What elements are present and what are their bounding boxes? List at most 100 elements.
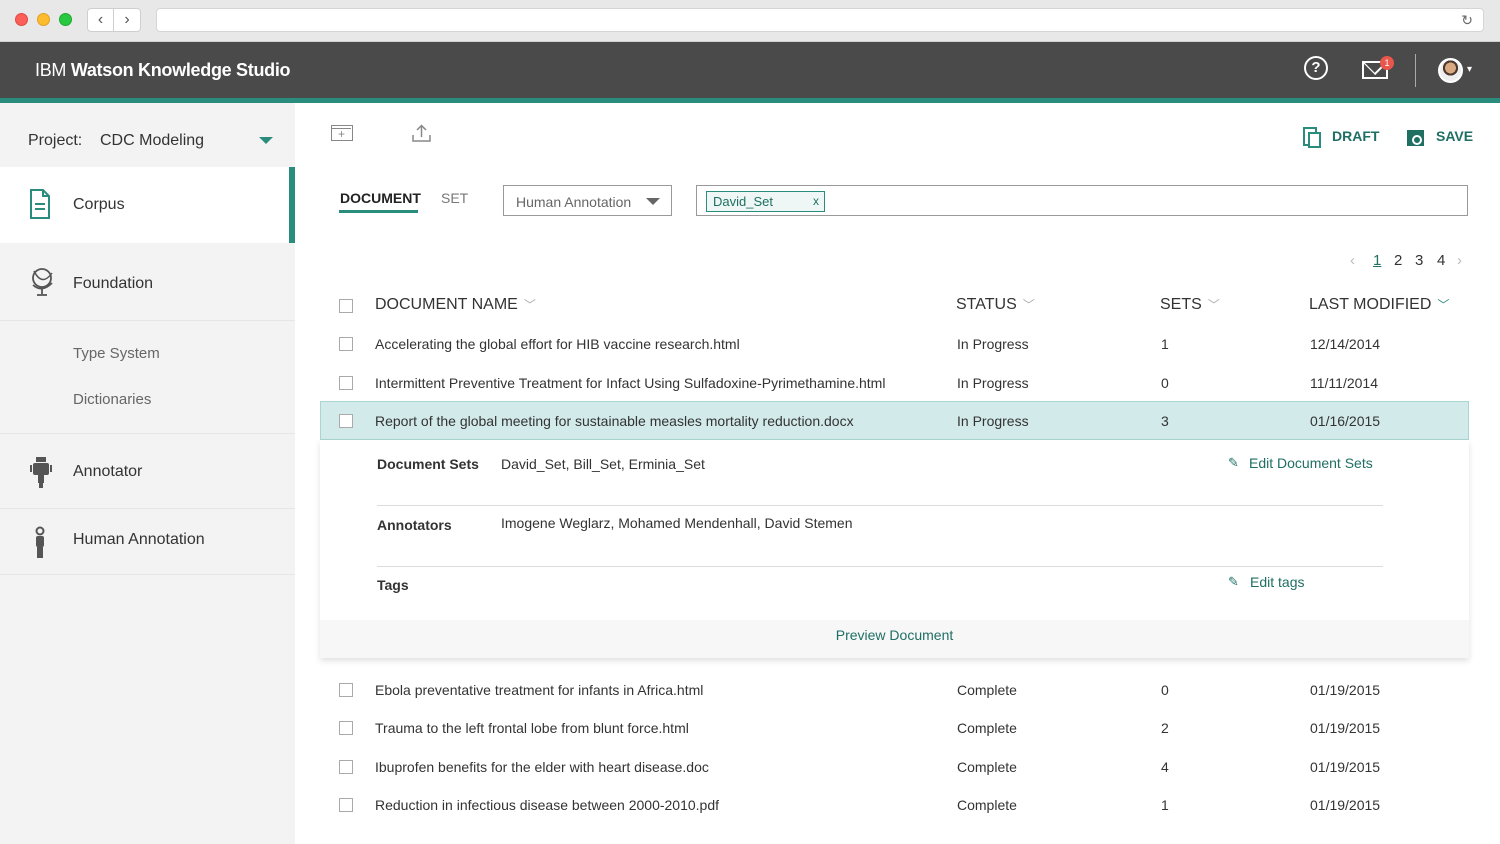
- chevron-down-icon[interactable]: ▾: [1467, 64, 1472, 75]
- chevron-right-icon[interactable]: ›: [1457, 252, 1462, 269]
- tab-set[interactable]: SET: [441, 190, 468, 206]
- cell-modified: 11/11/2014: [1310, 375, 1378, 391]
- cell-name[interactable]: Report of the global meeting for sustain…: [375, 413, 854, 429]
- table-row[interactable]: Reduction in infectious disease between …: [320, 785, 1469, 824]
- annotators-label: Annotators: [377, 517, 452, 533]
- chevron-down-icon: ﹀: [523, 298, 536, 312]
- edit-document-sets-link[interactable]: Edit Document Sets: [1249, 455, 1373, 471]
- page-link[interactable]: 3: [1415, 252, 1423, 269]
- row-checkbox[interactable]: [339, 376, 353, 390]
- column-header-status[interactable]: STATUS ﹀: [956, 296, 1035, 314]
- chevron-down-icon: ﹀: [1437, 298, 1450, 312]
- tags-label: Tags: [377, 577, 409, 593]
- cell-sets: 4: [1161, 759, 1169, 775]
- column-label: DOCUMENT NAME: [375, 296, 518, 313]
- set-filter-input[interactable]: David_Set x: [696, 185, 1468, 216]
- cell-name[interactable]: Accelerating the global effort for HIB v…: [375, 336, 740, 352]
- column-label: LAST MODIFIED: [1309, 296, 1432, 313]
- pencil-icon[interactable]: ✎: [1228, 455, 1239, 471]
- chevron-down-icon: ﹀: [1207, 298, 1220, 312]
- sidebar-item-label: Annotator: [73, 463, 143, 480]
- project-selector[interactable]: Project: CDC Modeling: [0, 103, 295, 167]
- sidebar-item-corpus[interactable]: Corpus: [0, 167, 295, 243]
- avatar[interactable]: [1438, 58, 1463, 83]
- chevron-down-icon: ﹀: [1022, 298, 1035, 312]
- row-checkbox[interactable]: [339, 721, 353, 735]
- reload-icon[interactable]: ↻: [1461, 12, 1473, 29]
- tab-document[interactable]: DOCUMENT: [340, 190, 421, 206]
- cell-sets: 1: [1161, 336, 1169, 352]
- table-row[interactable]: Accelerating the global effort for HIB v…: [320, 324, 1469, 363]
- window-close-button[interactable]: [15, 13, 28, 26]
- preview-document-button[interactable]: Preview Document: [320, 620, 1469, 658]
- project-label: Project:: [28, 132, 83, 149]
- column-label: STATUS: [956, 296, 1017, 313]
- save-button[interactable]: SAVE: [1436, 128, 1473, 144]
- cell-name[interactable]: Intermittent Preventive Treatment for In…: [375, 375, 885, 391]
- filter-chip: David_Set x: [706, 191, 825, 212]
- caret-down-icon[interactable]: [259, 137, 273, 144]
- page-link[interactable]: 4: [1437, 252, 1445, 269]
- cell-name[interactable]: Reduction in infectious disease between …: [375, 797, 719, 813]
- row-checkbox[interactable]: [339, 683, 353, 697]
- sidebar-item-foundation[interactable]: Foundation: [0, 243, 295, 321]
- cell-name[interactable]: Ibuprofen benefits for the elder with he…: [375, 759, 709, 775]
- project-name[interactable]: CDC Modeling: [100, 132, 204, 150]
- back-icon[interactable]: ‹: [88, 9, 115, 31]
- document-details-panel: Document Sets David_Set, Bill_Set, Ermin…: [320, 440, 1469, 658]
- window-minimize-button[interactable]: [37, 13, 50, 26]
- column-header-last-modified[interactable]: LAST MODIFIED ﹀: [1309, 296, 1449, 314]
- draft-button[interactable]: DRAFT: [1332, 128, 1379, 144]
- address-bar[interactable]: ↻: [156, 8, 1484, 32]
- column-header-sets[interactable]: SETS ﹀: [1160, 296, 1220, 314]
- edit-tags-link[interactable]: Edit tags: [1250, 574, 1304, 590]
- divider: [377, 505, 1383, 506]
- document-icon: [30, 189, 50, 219]
- chip-label: David_Set: [713, 194, 773, 209]
- cell-status: Complete: [957, 759, 1017, 775]
- pencil-icon[interactable]: ✎: [1228, 574, 1239, 590]
- sidebar-item-type-system[interactable]: Type System: [73, 345, 160, 362]
- cell-status: Complete: [957, 720, 1017, 736]
- sidebar-item-label: Human Annotation: [73, 531, 205, 548]
- sidebar-item-label: Foundation: [73, 275, 154, 292]
- column-header-name[interactable]: DOCUMENT NAME ﹀: [375, 296, 536, 314]
- sidebar-item-dictionaries[interactable]: Dictionaries: [73, 391, 151, 408]
- help-icon[interactable]: ?: [1304, 56, 1328, 80]
- table-row[interactable]: Trauma to the left frontal lobe from blu…: [320, 708, 1469, 747]
- robot-icon: [30, 457, 52, 488]
- header-divider: [1415, 54, 1416, 87]
- cell-sets: 0: [1161, 375, 1169, 391]
- row-checkbox[interactable]: [339, 760, 353, 774]
- select-all-checkbox[interactable]: [339, 299, 353, 313]
- row-checkbox[interactable]: [339, 414, 353, 428]
- sidebar-item-human-annotation[interactable]: Human Annotation: [0, 509, 295, 575]
- brand-product: Watson Knowledge Studio: [70, 60, 291, 80]
- forward-icon[interactable]: ›: [114, 9, 140, 31]
- add-document-icon[interactable]: +: [331, 125, 353, 141]
- cell-name[interactable]: Ebola preventative treatment for infants…: [375, 682, 703, 698]
- window-zoom-button[interactable]: [59, 13, 72, 26]
- draft-icon[interactable]: [1303, 127, 1321, 148]
- page-link[interactable]: 2: [1394, 252, 1402, 269]
- chevron-left-icon[interactable]: ‹: [1350, 252, 1355, 269]
- table-row[interactable]: Intermittent Preventive Treatment for In…: [320, 363, 1469, 402]
- sidebar-item-annotator[interactable]: Annotator: [0, 433, 295, 509]
- cell-sets: 1: [1161, 797, 1169, 813]
- table-row[interactable]: Ebola preventative treatment for infants…: [320, 670, 1469, 709]
- cell-modified: 12/14/2014: [1310, 336, 1381, 352]
- cell-name[interactable]: Trauma to the left frontal lobe from blu…: [375, 720, 689, 736]
- table-row-selected[interactable]: Report of the global meeting for sustain…: [320, 401, 1469, 440]
- save-icon[interactable]: [1407, 130, 1424, 146]
- table-row[interactable]: Ibuprofen benefits for the elder with he…: [320, 747, 1469, 786]
- row-checkbox[interactable]: [339, 337, 353, 351]
- caret-down-icon: [646, 198, 660, 205]
- cell-modified: 01/16/2015: [1310, 413, 1381, 429]
- row-checkbox[interactable]: [339, 798, 353, 812]
- annotation-type-select[interactable]: Human Annotation: [503, 185, 672, 216]
- app-header: IBM Watson Knowledge Studio ?: [0, 42, 1500, 98]
- active-tab-indicator: [339, 210, 418, 213]
- page-link[interactable]: 1: [1373, 252, 1381, 269]
- chip-remove-button[interactable]: x: [813, 194, 819, 208]
- upload-icon[interactable]: [412, 124, 431, 143]
